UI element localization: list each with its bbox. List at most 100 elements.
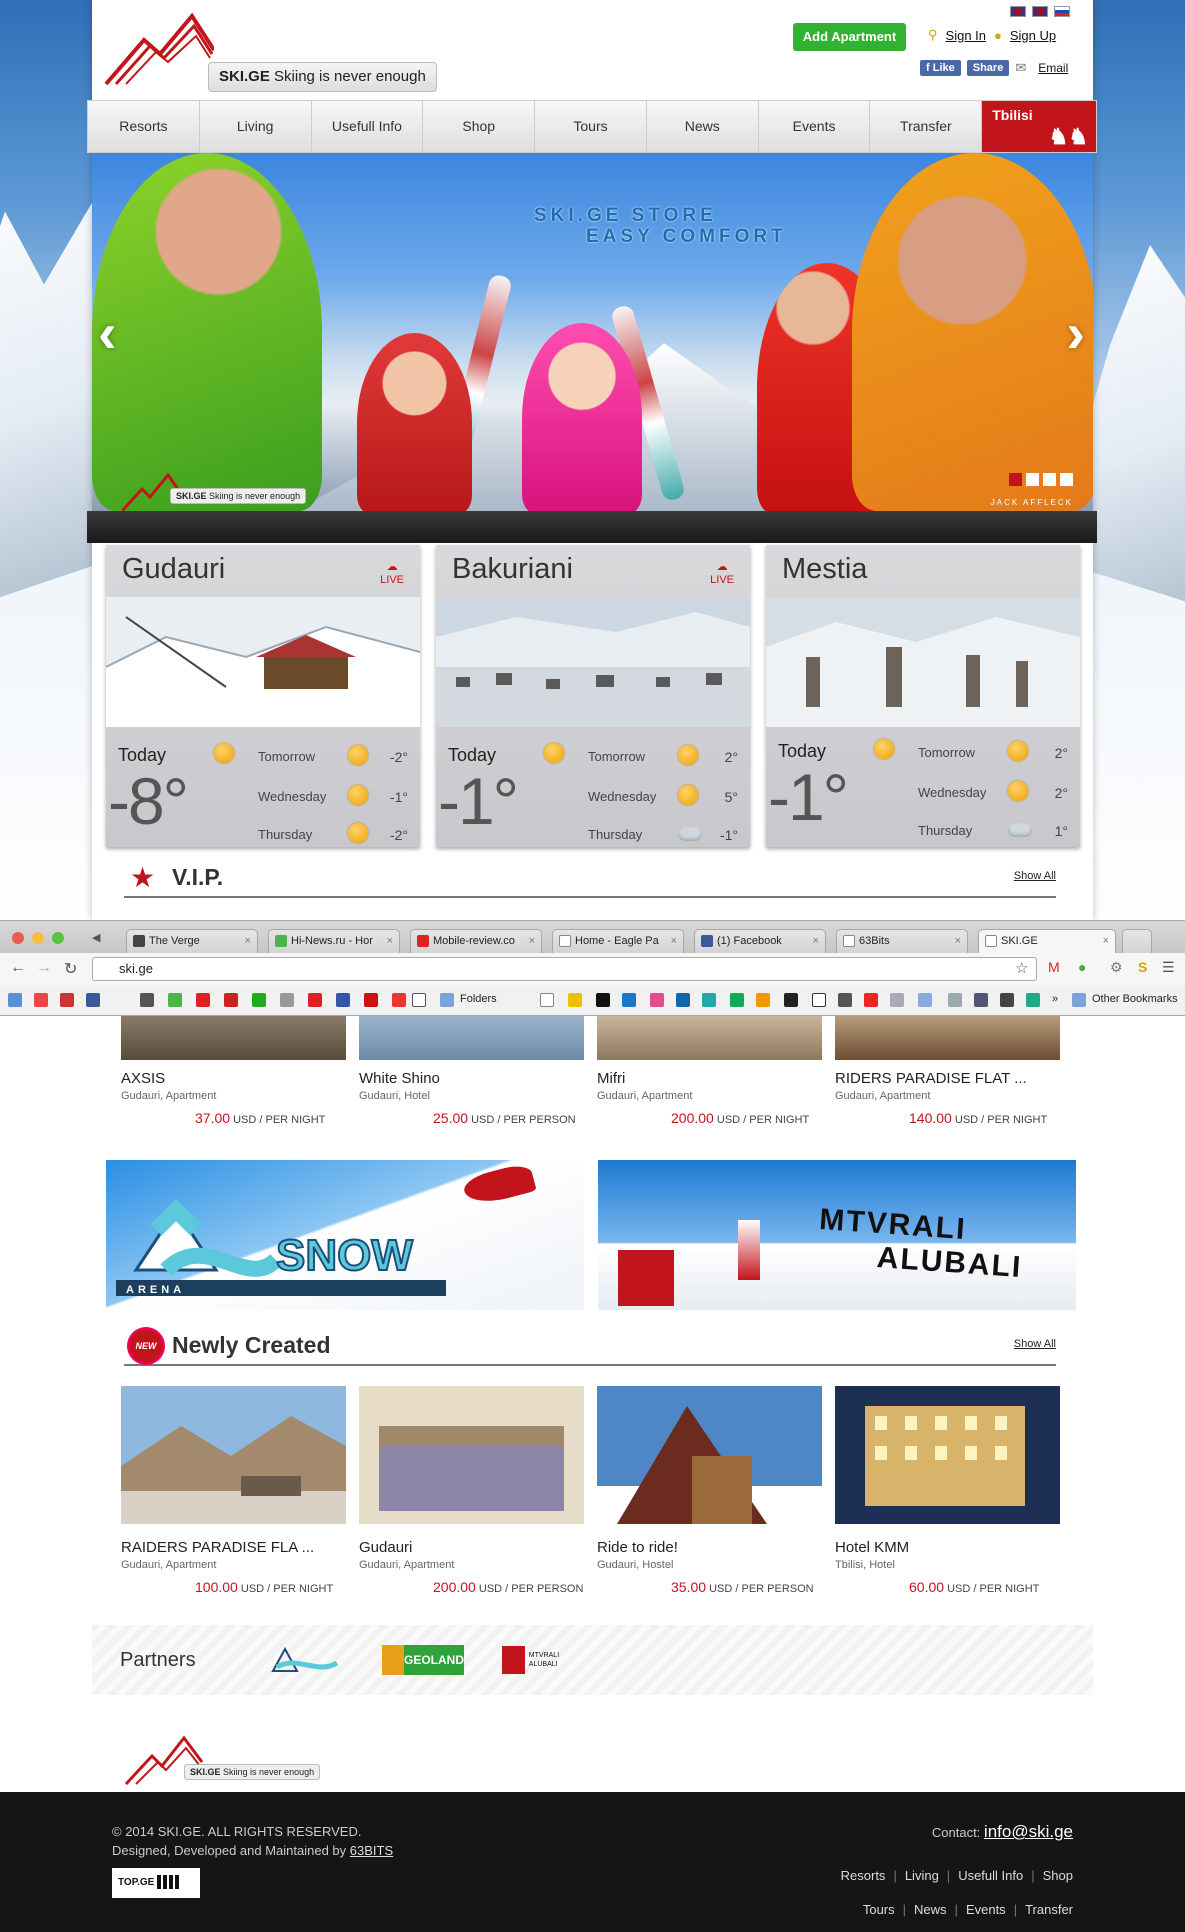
maximize-window-icon[interactable] — [52, 932, 64, 944]
bookmark-icon[interactable] — [196, 993, 210, 1007]
bookmark-icon[interactable] — [730, 993, 744, 1007]
partner-snow-arena-logo[interactable] — [267, 1645, 341, 1675]
bookmark-icon[interactable] — [336, 993, 350, 1007]
bookmark-icon[interactable] — [568, 993, 582, 1007]
nav-shop[interactable]: Shop — [423, 101, 536, 152]
nav-living[interactable]: Living — [200, 101, 312, 152]
bookmark-star-icon[interactable]: ☆ — [1015, 959, 1028, 977]
partner-geoland-logo[interactable]: GEOLAND — [382, 1645, 464, 1675]
facebook-bookmark-icon[interactable] — [86, 993, 100, 1007]
snow-arena-banner[interactable]: SNOW ARENA — [106, 1160, 584, 1310]
footer-logo[interactable]: SKI.GE Skiing is never enough — [124, 1734, 354, 1786]
nav-events[interactable]: Events — [759, 101, 871, 152]
mute-tab-icon[interactable]: ◀ — [92, 931, 100, 944]
slider-dot-1[interactable] — [1009, 473, 1022, 486]
menu-icon[interactable]: ☰ — [1162, 959, 1175, 976]
footer-link-shop[interactable]: Shop — [1043, 1868, 1073, 1883]
footer-link-tours[interactable]: Tours — [863, 1902, 895, 1917]
back-icon[interactable]: ← — [10, 959, 26, 977]
browser-tab[interactable]: Home - Eagle Pa × — [552, 929, 684, 953]
bookmark-icon[interactable] — [918, 993, 932, 1007]
bookmark-icon[interactable] — [168, 993, 182, 1007]
email-link[interactable]: Email — [1038, 61, 1068, 75]
sign-up-link[interactable]: Sign Up — [1010, 28, 1056, 43]
flag-georgian-icon[interactable] — [1010, 6, 1026, 17]
footer-link-events[interactable]: Events — [966, 1902, 1006, 1917]
browser-tab-active[interactable]: SKI.GE × — [978, 929, 1116, 953]
browser-tab[interactable]: 63Bits × — [836, 929, 968, 953]
bookmark-icon[interactable] — [392, 993, 406, 1007]
bookmark-icon[interactable] — [1000, 993, 1014, 1007]
dribbble-bookmark-icon[interactable] — [650, 993, 664, 1007]
top-ge-counter[interactable]: TOP.GE — [112, 1868, 200, 1898]
bookmark-icon[interactable] — [308, 993, 322, 1007]
bookmark-icon[interactable] — [702, 993, 716, 1007]
extension-icon[interactable]: ⚙ — [1110, 959, 1123, 976]
amazon-bookmark-icon[interactable] — [540, 993, 554, 1007]
vip-listing-white-shino[interactable]: White Shino Gudauri, Hotel 25.00 USD / P… — [359, 1016, 584, 1126]
slider-dot-2[interactable] — [1026, 473, 1039, 486]
bookmark-icon[interactable] — [756, 993, 770, 1007]
bookmarks-overflow-icon[interactable]: » — [1052, 993, 1058, 1005]
behance-bookmark-icon[interactable] — [622, 993, 636, 1007]
bookmark-icon[interactable] — [838, 993, 852, 1007]
bookmark-icon[interactable] — [948, 993, 962, 1007]
footer-link-useful-info[interactable]: Usefull Info — [958, 1868, 1023, 1883]
designer-link[interactable]: 63BITS — [350, 1843, 393, 1858]
other-bookmarks[interactable]: Other Bookmarks — [1092, 993, 1178, 1005]
address-input[interactable]: ski.ge — [92, 957, 1037, 981]
slider-dot-3[interactable] — [1043, 473, 1056, 486]
bookmark-icon[interactable] — [784, 993, 798, 1007]
browser-tab[interactable]: Mobile-review.co × — [410, 929, 542, 953]
new-listing-raiders-paradise[interactable]: RAIDERS PARADISE FLA ... Gudauri, Apartm… — [121, 1386, 346, 1595]
reload-icon[interactable]: ↻ — [64, 959, 77, 979]
slider-next-icon[interactable]: › — [1066, 303, 1085, 363]
vip-listing-riders-paradise[interactable]: RIDERS PARADISE FLAT ... Gudauri, Apartm… — [835, 1016, 1060, 1126]
bookmark-icon[interactable] — [676, 993, 690, 1007]
heart-bookmark-icon[interactable] — [864, 993, 878, 1007]
bookmark-icon[interactable] — [1026, 993, 1040, 1007]
bookmark-icon[interactable] — [596, 993, 610, 1007]
live-webcam-icon[interactable]: ☁ LIVE — [710, 561, 734, 587]
minimize-window-icon[interactable] — [32, 932, 44, 944]
flag-russian-icon[interactable] — [1054, 6, 1070, 17]
extension-icon[interactable]: S — [1138, 959, 1147, 975]
browser-tab[interactable]: The Verge × — [126, 929, 258, 953]
nav-resorts[interactable]: Resorts — [88, 101, 200, 152]
facebook-like-button[interactable]: f Like — [920, 60, 961, 76]
footer-link-resorts[interactable]: Resorts — [841, 1868, 886, 1883]
nav-news[interactable]: News — [647, 101, 759, 152]
footer-link-living[interactable]: Living — [905, 1868, 939, 1883]
nav-transfer[interactable]: Transfer — [870, 101, 983, 152]
vip-listing-axsis[interactable]: AXSIS Gudauri, Apartment 37.00 USD / PER… — [121, 1016, 346, 1126]
slider-dot-4[interactable] — [1060, 473, 1073, 486]
add-apartment-button[interactable]: Add Apartment — [793, 23, 906, 51]
bookmark-icon[interactable] — [140, 993, 154, 1007]
bookmark-icon[interactable] — [974, 993, 988, 1007]
partner-mtvrali-logo[interactable]: MTVRALI ALUBALI — [502, 1645, 582, 1675]
nav-tbilisi[interactable]: Tbilisi ♞♞ — [982, 101, 1097, 152]
forward-icon[interactable]: → — [36, 959, 52, 977]
weather-card-mestia[interactable]: Mestia Today -1° Tomorrow 2° Wednesday 2° … — [766, 545, 1080, 847]
new-listing-hotel-kmm[interactable]: Hotel KMM Tbilisi, Hotel 60.00 USD / PER… — [835, 1386, 1060, 1595]
bookmark-icon[interactable] — [812, 993, 826, 1007]
bookmark-icon[interactable] — [252, 993, 266, 1007]
new-tab-button[interactable] — [1122, 929, 1152, 953]
bookmark-icon[interactable] — [364, 993, 378, 1007]
gmail-bookmark-icon[interactable] — [34, 993, 48, 1007]
mtvrali-alubali-banner[interactable]: MTVRALI ALUBALI — [598, 1160, 1076, 1310]
sign-in-link[interactable]: Sign In — [946, 28, 986, 43]
new-listing-ride-to-ride[interactable]: Ride to ride! Gudauri, Hostel 35.00 USD … — [597, 1386, 822, 1595]
footer-link-news[interactable]: News — [914, 1902, 947, 1917]
gmail-icon[interactable]: M — [1048, 959, 1060, 975]
facebook-share-button[interactable]: Share — [966, 60, 1010, 76]
new-listing-gudauri[interactable]: Gudauri Gudauri, Apartment 200.00 USD / … — [359, 1386, 584, 1595]
newly-show-all-link[interactable]: Show All — [1014, 1338, 1056, 1350]
footer-link-transfer[interactable]: Transfer — [1025, 1902, 1073, 1917]
site-logo[interactable]: SKI.GE Skiing is never enough — [104, 10, 444, 92]
bookmark-folder[interactable]: Folders — [460, 993, 497, 1005]
nav-useful-info[interactable]: Usefull Info — [312, 101, 424, 152]
nav-tours[interactable]: Tours — [535, 101, 647, 152]
bookmark-icon[interactable] — [8, 993, 22, 1007]
flag-english-icon[interactable] — [1032, 6, 1048, 17]
